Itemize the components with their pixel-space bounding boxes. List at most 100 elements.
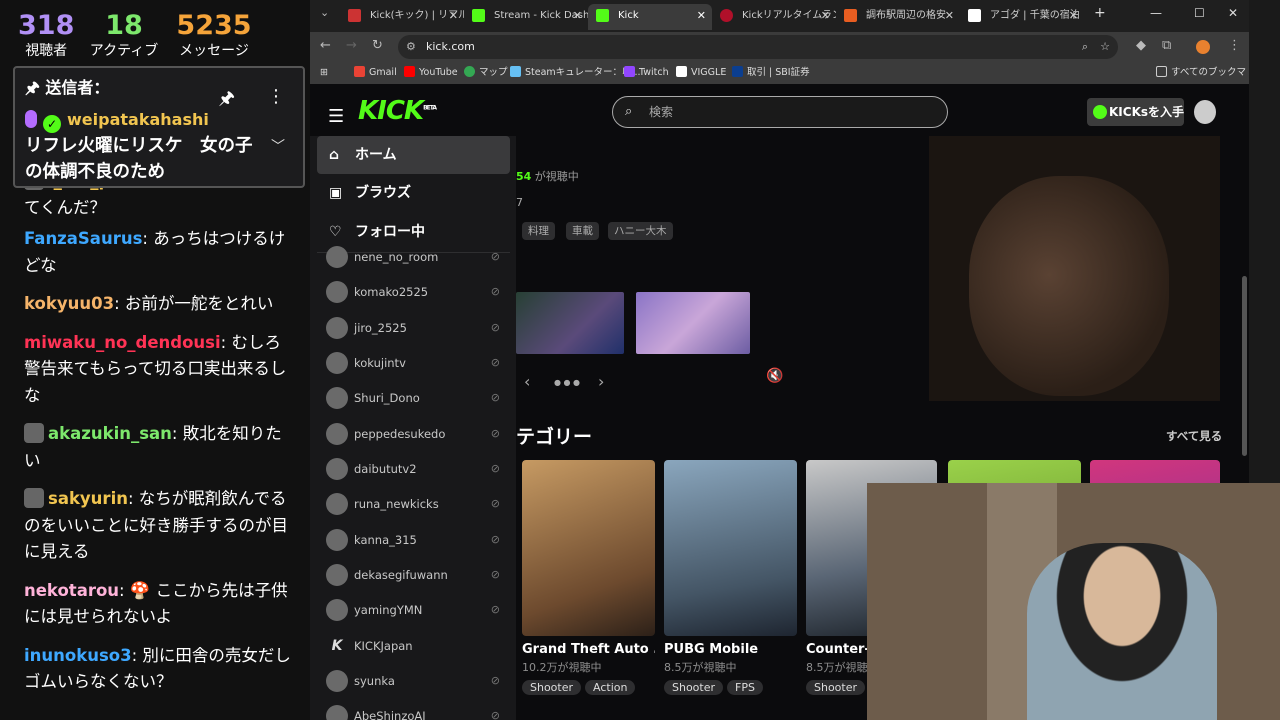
channel-item[interactable]: dekasegifuwann ⊘ bbox=[324, 560, 510, 590]
close-icon[interactable]: ✕ bbox=[945, 4, 954, 28]
user-avatar[interactable] bbox=[1194, 100, 1216, 124]
bookmark-youtube[interactable]: YouTube bbox=[404, 62, 458, 84]
close-icon[interactable]: ✕ bbox=[1069, 4, 1078, 28]
profile-avatar-icon[interactable] bbox=[1196, 40, 1210, 54]
see-all-link[interactable]: すべて見る bbox=[1166, 428, 1222, 444]
address-bar[interactable]: ⚙ kick.com ⌕ ☆ bbox=[398, 35, 1118, 59]
video-frame bbox=[969, 176, 1169, 396]
pin-icon[interactable]: 🖈 bbox=[218, 86, 235, 116]
get-kicks-button[interactable]: KICKsを入手 bbox=[1087, 98, 1184, 126]
tab-search-icon[interactable]: ⌄ bbox=[320, 6, 329, 19]
bookmark-twitch[interactable]: Twitch bbox=[624, 62, 669, 84]
featured-video[interactable] bbox=[929, 136, 1220, 401]
channel-item[interactable]: jiro_2525 ⊘ bbox=[324, 313, 510, 343]
close-icon[interactable]: ✕ bbox=[449, 4, 458, 28]
category-cover bbox=[522, 460, 655, 636]
tab-kick-dashboard[interactable]: Stream - Kick Dash ✕ bbox=[464, 4, 588, 30]
tab-kick-realtime[interactable]: Kick(キック) | リアルタ✕ bbox=[340, 4, 464, 30]
menu-hamburger-icon[interactable]: ☰ bbox=[328, 106, 344, 127]
back-icon[interactable]: ← bbox=[320, 38, 331, 53]
category-card[interactable]: Grand Theft Auto ... 10.2万が視聴中 Shooter Ac… bbox=[522, 460, 655, 695]
maximize-icon[interactable]: ☐ bbox=[1194, 6, 1205, 20]
offline-icon: ⊘ bbox=[490, 674, 500, 687]
browser-toolbar: ← → ↻ ⚙ kick.com ⌕ ☆ ◆ ⧉ ⋮ bbox=[310, 32, 1249, 62]
tag-chip[interactable]: 車載 bbox=[566, 222, 599, 240]
channel-item[interactable]: yamingYMN ⊘ bbox=[324, 595, 510, 625]
offline-icon: ⊘ bbox=[490, 533, 500, 546]
close-window-icon[interactable]: ✕ bbox=[1228, 6, 1238, 20]
nav-browse[interactable]: ▣ ブラウズ bbox=[317, 174, 510, 212]
channel-name: daibututv2 bbox=[354, 462, 417, 476]
bookmark-sbi[interactable]: 取引 | SBI証券 bbox=[732, 62, 810, 84]
carousel-prev-icon[interactable]: ‹ bbox=[524, 372, 530, 391]
bookmark-viggle[interactable]: VIGGLE bbox=[676, 62, 726, 84]
zoom-icon[interactable]: ⌕ bbox=[1082, 35, 1088, 59]
search-input[interactable]: ⌕ 検索 bbox=[612, 96, 948, 128]
close-icon[interactable]: ✕ bbox=[573, 4, 582, 28]
chat-username[interactable]: nekotarou bbox=[24, 581, 119, 600]
close-icon[interactable]: ✕ bbox=[697, 4, 706, 28]
channel-item[interactable]: peppedesukedo ⊘ bbox=[324, 419, 510, 449]
category-tag[interactable]: Shooter bbox=[522, 680, 582, 695]
nav-home[interactable]: ⌂ ホーム bbox=[317, 136, 510, 174]
page-scrollbar[interactable] bbox=[1242, 276, 1247, 456]
bookmarks-bar: ⊞ Gmail YouTube マップ Steamキュレーター：収... Twi… bbox=[310, 62, 1249, 100]
channel-name: Shuri_Dono bbox=[354, 391, 420, 405]
bookmark-maps[interactable]: マップ bbox=[464, 62, 508, 84]
channel-item[interactable]: kanna_315 ⊘ bbox=[324, 525, 510, 555]
channel-item[interactable]: AbeShinzoAI ⊘ bbox=[324, 701, 510, 720]
more-options-icon[interactable]: ⋮ bbox=[267, 86, 285, 107]
category-tag[interactable]: FPS bbox=[727, 680, 763, 695]
reload-icon[interactable]: ↻ bbox=[372, 38, 383, 53]
sidebar: ⌂ ホーム ▣ ブラウズ ♡ フォロー中 nene_no_room ⊘ komako25… bbox=[310, 136, 516, 720]
category-tag[interactable]: Action bbox=[585, 680, 636, 695]
mute-icon[interactable]: 🔇 bbox=[766, 368, 783, 384]
chat-username[interactable]: kokyuu03 bbox=[24, 294, 114, 313]
channel-item[interactable]: K KICKJapan bbox=[324, 631, 510, 661]
channel-item[interactable]: syunka ⊘ bbox=[324, 666, 510, 696]
minimize-icon[interactable]: — bbox=[1150, 6, 1162, 20]
chat-username[interactable]: FanzaSaurus bbox=[24, 229, 142, 248]
chat-username[interactable]: inunokuso3 bbox=[24, 646, 132, 665]
channel-name: peppedesukedo bbox=[354, 427, 446, 441]
tab-agoda[interactable]: アゴダ | 千葉の宿泊 ✕ bbox=[960, 4, 1084, 30]
category-tag[interactable]: Shooter bbox=[806, 680, 866, 695]
pinned-sender[interactable]: weipatakahashi bbox=[67, 110, 209, 129]
menu-icon[interactable]: ⋮ bbox=[1228, 38, 1241, 53]
chevron-down-icon[interactable]: ﹀ bbox=[271, 136, 285, 156]
extensions-puzzle-icon[interactable]: ⧉ bbox=[1162, 38, 1171, 53]
carousel-thumbnail[interactable] bbox=[636, 292, 750, 354]
bookmark-steam[interactable]: Steamキュレーター：収... bbox=[510, 62, 641, 84]
channel-item[interactable]: daibututv2 ⊘ bbox=[324, 454, 510, 484]
channel-item[interactable]: Shuri_Dono ⊘ bbox=[324, 383, 510, 413]
bookmark-star-icon[interactable]: ☆ bbox=[1100, 35, 1110, 59]
apps-icon[interactable]: ⊞ bbox=[320, 62, 328, 84]
site-info-icon[interactable]: ⚙ bbox=[406, 35, 416, 59]
chat-username[interactable]: miwaku_no_dendousi bbox=[24, 333, 221, 352]
pinned-text: リフレ火曜にリスケ 女の子の体調不良のため bbox=[25, 136, 253, 182]
extension-icon[interactable]: ◆ bbox=[1136, 38, 1146, 53]
channel-item[interactable]: nene_no_room ⊘ bbox=[324, 242, 510, 272]
tab-chofu[interactable]: 調布駅周辺の格安 ✕ bbox=[836, 4, 960, 30]
tag-chip[interactable]: ハニー大木 bbox=[608, 222, 673, 240]
new-tab-icon[interactable]: + bbox=[1094, 5, 1106, 21]
chat-username[interactable]: sakyurin bbox=[48, 489, 128, 508]
folder-icon bbox=[1156, 66, 1167, 77]
channel-item[interactable]: kokujintv ⊘ bbox=[324, 348, 510, 378]
chat-username[interactable]: akazukin_san bbox=[48, 424, 172, 443]
category-card[interactable]: PUBG Mobile 8.5万が視聴中 Shooter FPS bbox=[664, 460, 797, 695]
chat-text: お前が一舵をとれい bbox=[124, 294, 274, 313]
close-icon[interactable]: ✕ bbox=[821, 4, 830, 28]
tab-kick-ranking[interactable]: Kickリアルタイムラン ✕ bbox=[712, 4, 836, 30]
bookmark-gmail[interactable]: Gmail bbox=[354, 62, 397, 84]
category-tag[interactable]: Shooter bbox=[664, 680, 724, 695]
channel-item[interactable]: runa_newkicks ⊘ bbox=[324, 489, 510, 519]
tag-chip[interactable]: 料理 bbox=[522, 222, 555, 240]
carousel-next-icon[interactable]: › bbox=[598, 372, 604, 391]
forward-icon[interactable]: → bbox=[346, 38, 357, 53]
tab-kick[interactable]: Kick ✕ bbox=[588, 4, 712, 30]
channel-item[interactable]: komako2525 ⊘ bbox=[324, 277, 510, 307]
favicon-icon bbox=[720, 9, 733, 22]
kick-logo[interactable]: KICKBETA bbox=[358, 96, 437, 126]
carousel-thumbnail[interactable] bbox=[516, 292, 624, 354]
